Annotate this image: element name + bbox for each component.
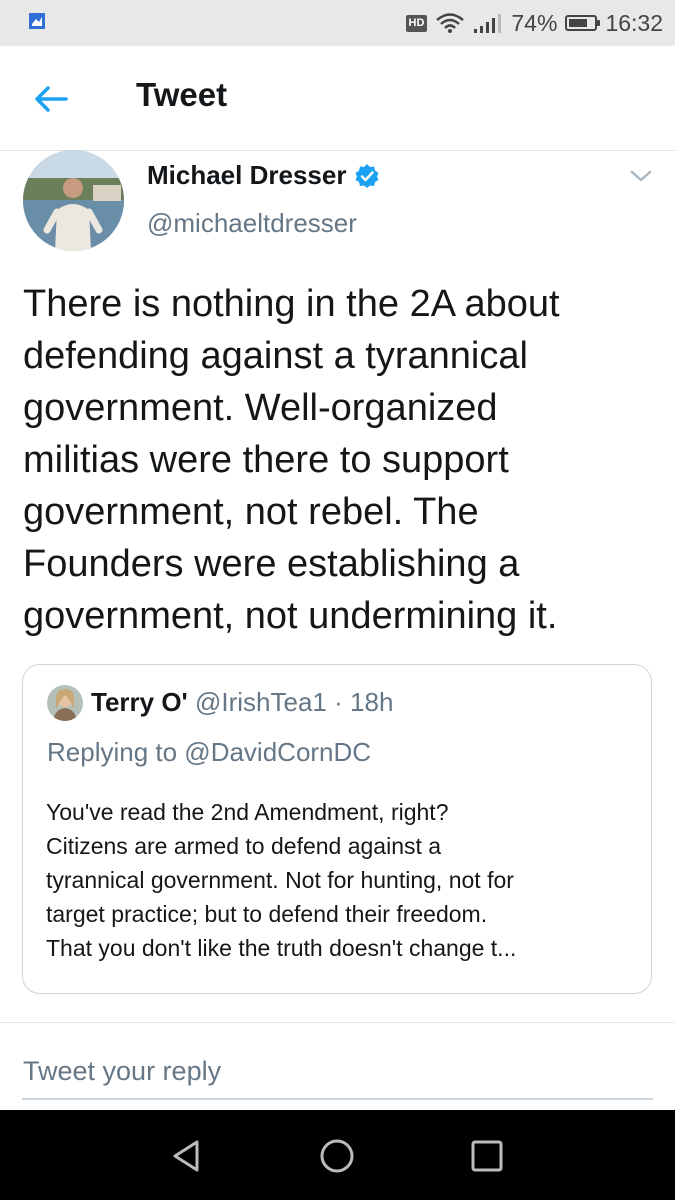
author-handle[interactable]: @michaeltdresser [147, 208, 357, 239]
author-name-text: Michael Dresser [147, 160, 347, 190]
quoted-tweet-card[interactable]: Terry O' @IrishTea1 · 18h Replying to @D… [22, 664, 652, 994]
quoted-author-handle: @IrishTea1 [194, 687, 327, 717]
battery-percent: 74% [511, 9, 558, 36]
quoted-time: 18h [350, 687, 394, 717]
status-bar: HD 74% 16:32 [0, 0, 675, 46]
system-nav-bar [0, 1110, 675, 1200]
quoted-author-name: Terry O' [91, 687, 188, 717]
wifi-icon [436, 13, 465, 33]
tweet-text: There is nothing in the 2A about defendi… [23, 283, 560, 637]
reply-divider [0, 1022, 675, 1023]
network-badge: HD [405, 14, 428, 32]
verified-badge-icon [355, 163, 379, 188]
nav-back-icon[interactable] [166, 1136, 206, 1176]
status-indicators: HD 74% 16:32 [405, 0, 663, 46]
reply-input[interactable] [22, 1044, 653, 1100]
battery-icon [565, 15, 601, 31]
author-avatar[interactable] [23, 150, 124, 251]
chevron-down-icon[interactable] [629, 166, 653, 186]
battery-level-fill [569, 19, 588, 27]
app-notification-icon [29, 13, 45, 29]
clock: 16:32 [605, 9, 663, 36]
nav-home-icon[interactable] [317, 1136, 357, 1176]
app-header: Tweet [0, 46, 675, 151]
quoted-author-avatar [47, 685, 83, 721]
quoted-replying-to: Replying to @DavidCornDC [47, 737, 372, 767]
quoted-tweet-text: You've read the 2nd Amendment, right? Ci… [46, 799, 517, 961]
author-name[interactable]: Michael Dresser [147, 160, 380, 191]
page-title: Tweet [136, 76, 228, 113]
signal-icon [474, 14, 502, 33]
quoted-separator: · [334, 687, 343, 717]
nav-recents-icon[interactable] [467, 1136, 507, 1176]
arrow-left-icon[interactable] [28, 76, 74, 122]
quoted-tweet-header: Terry O' @IrishTea1 · 18h [91, 687, 393, 718]
